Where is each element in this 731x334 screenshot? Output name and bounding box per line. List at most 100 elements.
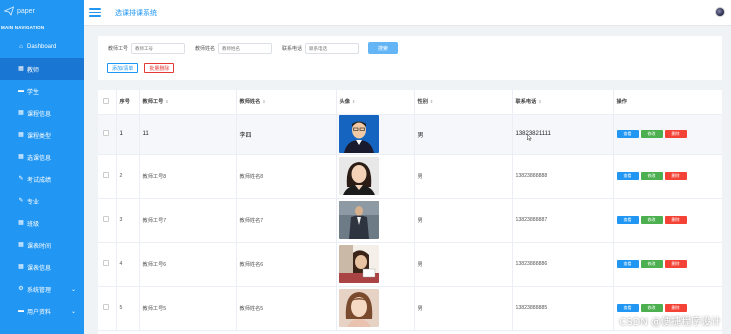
sidebar-item-label: 系统管理 xyxy=(27,287,52,294)
grid-icon: ▦ xyxy=(18,264,24,270)
action-row: 添加/清单 批量删除 xyxy=(107,63,175,73)
sidebar-item-label: 选课信息 xyxy=(27,155,52,162)
row-index: 3 xyxy=(116,198,140,243)
teacher-photo xyxy=(338,115,379,153)
teacher-name-input[interactable] xyxy=(218,42,273,54)
sidebar-item-label: 课程信息 xyxy=(27,111,52,118)
sidebar-item-course-info[interactable]: ▦ 课程信息 xyxy=(0,102,84,124)
edit-button[interactable]: 修改 xyxy=(640,260,663,268)
column-header-gender[interactable]: 性别 ⇕ xyxy=(414,90,513,115)
user-icon: ▬ xyxy=(18,308,24,314)
teacher-name-cell: 教师姓名6 xyxy=(236,242,337,287)
phone-cell: 13823888888 xyxy=(512,154,614,199)
delete-button[interactable]: 删除 xyxy=(664,216,687,224)
paper-plane-icon xyxy=(4,6,14,16)
row-checkbox[interactable] xyxy=(103,172,109,178)
search-button[interactable]: 搜索 xyxy=(368,42,399,54)
teacher-no-cell: 教师工号7 xyxy=(139,198,237,243)
edit-button[interactable]: 修改 xyxy=(640,172,663,180)
select-all-cell[interactable] xyxy=(98,90,117,115)
view-button[interactable]: 查看 xyxy=(616,130,639,138)
column-header-photo[interactable]: 头像 ⇕ xyxy=(336,90,415,115)
column-header-teacher-name[interactable]: 教师姓名 ⇕ xyxy=(236,90,337,115)
column-header-phone[interactable]: 联系电话 ⇕ xyxy=(512,90,614,115)
teacher-photo xyxy=(338,201,379,239)
delete-button[interactable]: 删除 xyxy=(664,130,687,138)
teacher-no-cell: 教师工号5 xyxy=(139,286,237,331)
teacher-name-label: 教师姓名 xyxy=(195,45,216,52)
delete-button[interactable]: 删除 xyxy=(664,304,687,312)
row-checkbox[interactable] xyxy=(103,216,109,222)
row-index: 5 xyxy=(116,286,140,331)
table-row[interactable]: 3 教师工号7 教师姓名7 男 13823888887 查看 修改 删除 xyxy=(98,198,722,243)
sidebar-item-exam-scores[interactable]: ✎ 考试成绩 xyxy=(0,168,84,190)
sidebar-item-enrollment[interactable]: ▦ 选课信息 xyxy=(0,146,84,168)
actions-cell: 查看 修改 删除 xyxy=(613,114,722,155)
sidebar-item-label: 考试成绩 xyxy=(27,177,52,184)
teacher-no-label: 教师工号 xyxy=(108,45,129,52)
teacher-photo xyxy=(338,245,379,283)
grid-icon: ▦ xyxy=(18,220,24,226)
edit-button[interactable]: 修改 xyxy=(640,130,663,138)
sidebar-item-course-type[interactable]: ▦ 课程类型 xyxy=(0,124,84,146)
row-checkbox[interactable] xyxy=(103,130,109,136)
sidebar-item-profile[interactable]: ▬ 用户资料 ⌄ xyxy=(0,300,84,322)
gender-cell: 男 xyxy=(414,154,513,199)
view-button[interactable]: 查看 xyxy=(616,304,639,312)
grid-icon: ▦ xyxy=(18,110,24,116)
view-button[interactable]: 查看 xyxy=(616,260,639,268)
add-button[interactable]: 添加/清单 xyxy=(107,63,139,73)
avatar[interactable] xyxy=(715,7,725,17)
row-checkbox[interactable] xyxy=(103,260,109,266)
table-row[interactable]: 1 11 李四 男 13823821111 查看 修改 删除 xyxy=(98,114,722,155)
phone-input[interactable] xyxy=(305,42,360,54)
search-panel: 教师工号 教师姓名 联系电话 搜索 添加/清单 批量删除 xyxy=(98,36,722,80)
sidebar-item-system[interactable]: ⚙ 系统管理 ⌄ xyxy=(0,278,84,300)
sidebar-item-major[interactable]: ✎ 专业 xyxy=(0,190,84,212)
sidebar-item-teacher[interactable]: ▦ 教师 xyxy=(0,58,84,80)
sidebar-item-student[interactable]: ▬ 学生 xyxy=(0,80,84,102)
sort-icon[interactable]: ⇕ xyxy=(165,99,168,104)
edit-button[interactable]: 修改 xyxy=(640,216,663,224)
photo-cell xyxy=(336,114,415,155)
sort-icon[interactable]: ⇕ xyxy=(262,99,265,104)
phone-label: 联系电话 xyxy=(282,45,303,52)
teacher-no-input[interactable] xyxy=(131,42,186,54)
select-all-checkbox[interactable] xyxy=(103,97,109,104)
row-checkbox[interactable] xyxy=(103,304,109,310)
delete-button[interactable]: 删除 xyxy=(664,172,687,180)
phone-cell: 13823888885 xyxy=(512,286,614,331)
batch-delete-button[interactable]: 批量删除 xyxy=(144,63,175,73)
gender-cell: 男 xyxy=(414,242,513,287)
sort-icon[interactable]: ⇕ xyxy=(538,99,541,104)
teacher-name-cell: 教师姓名8 xyxy=(236,154,337,199)
menu-toggle-icon[interactable] xyxy=(89,8,101,17)
logo[interactable]: paper xyxy=(0,0,84,22)
sort-icon[interactable]: ⇕ xyxy=(430,99,433,104)
mouse-cursor-icon xyxy=(527,134,532,141)
sidebar-item-class[interactable]: ▦ 班级 xyxy=(0,212,84,234)
sidebar-item-label: 教师 xyxy=(27,67,40,74)
column-header-actions: 操作 xyxy=(613,90,722,115)
sort-icon[interactable]: ⇕ xyxy=(352,99,355,104)
grid-icon: ▦ xyxy=(18,242,24,248)
sidebar-item-dashboard[interactable]: ⌂ Dashboard xyxy=(0,36,84,58)
column-header-teacher-no[interactable]: 教师工号 ⇕ xyxy=(139,90,237,115)
teacher-name-cell: 教师姓名5 xyxy=(236,286,337,331)
gear-icon: ⚙ xyxy=(18,286,24,292)
sidebar-item-schedule-info[interactable]: ▦ 课表信息 xyxy=(0,256,84,278)
teacher-no-cell: 11 xyxy=(139,114,237,155)
sidebar-item-label: 专业 xyxy=(27,199,40,206)
view-button[interactable]: 查看 xyxy=(616,172,639,180)
view-button[interactable]: 查看 xyxy=(616,216,639,224)
table-row[interactable]: 2 教师工号8 教师姓名8 男 13823888888 查看 修改 删除 xyxy=(98,154,722,199)
sidebar: paper MAIN NAVIGATION ⌂ Dashboard ▦ 教师 ▬… xyxy=(0,0,84,334)
table-row[interactable]: 4 教师工号6 教师姓名6 男 13823888886 查看 修改 删除 xyxy=(98,242,722,287)
gender-cell: 男 xyxy=(414,198,513,243)
delete-button[interactable]: 删除 xyxy=(664,260,687,268)
sidebar-item-schedule-time[interactable]: ▦ 课表时间 xyxy=(0,234,84,256)
row-index: 2 xyxy=(116,154,140,199)
grid-icon: ▦ xyxy=(18,132,24,138)
chevron-down-icon: ⌄ xyxy=(70,286,76,293)
edit-button[interactable]: 修改 xyxy=(640,304,663,312)
